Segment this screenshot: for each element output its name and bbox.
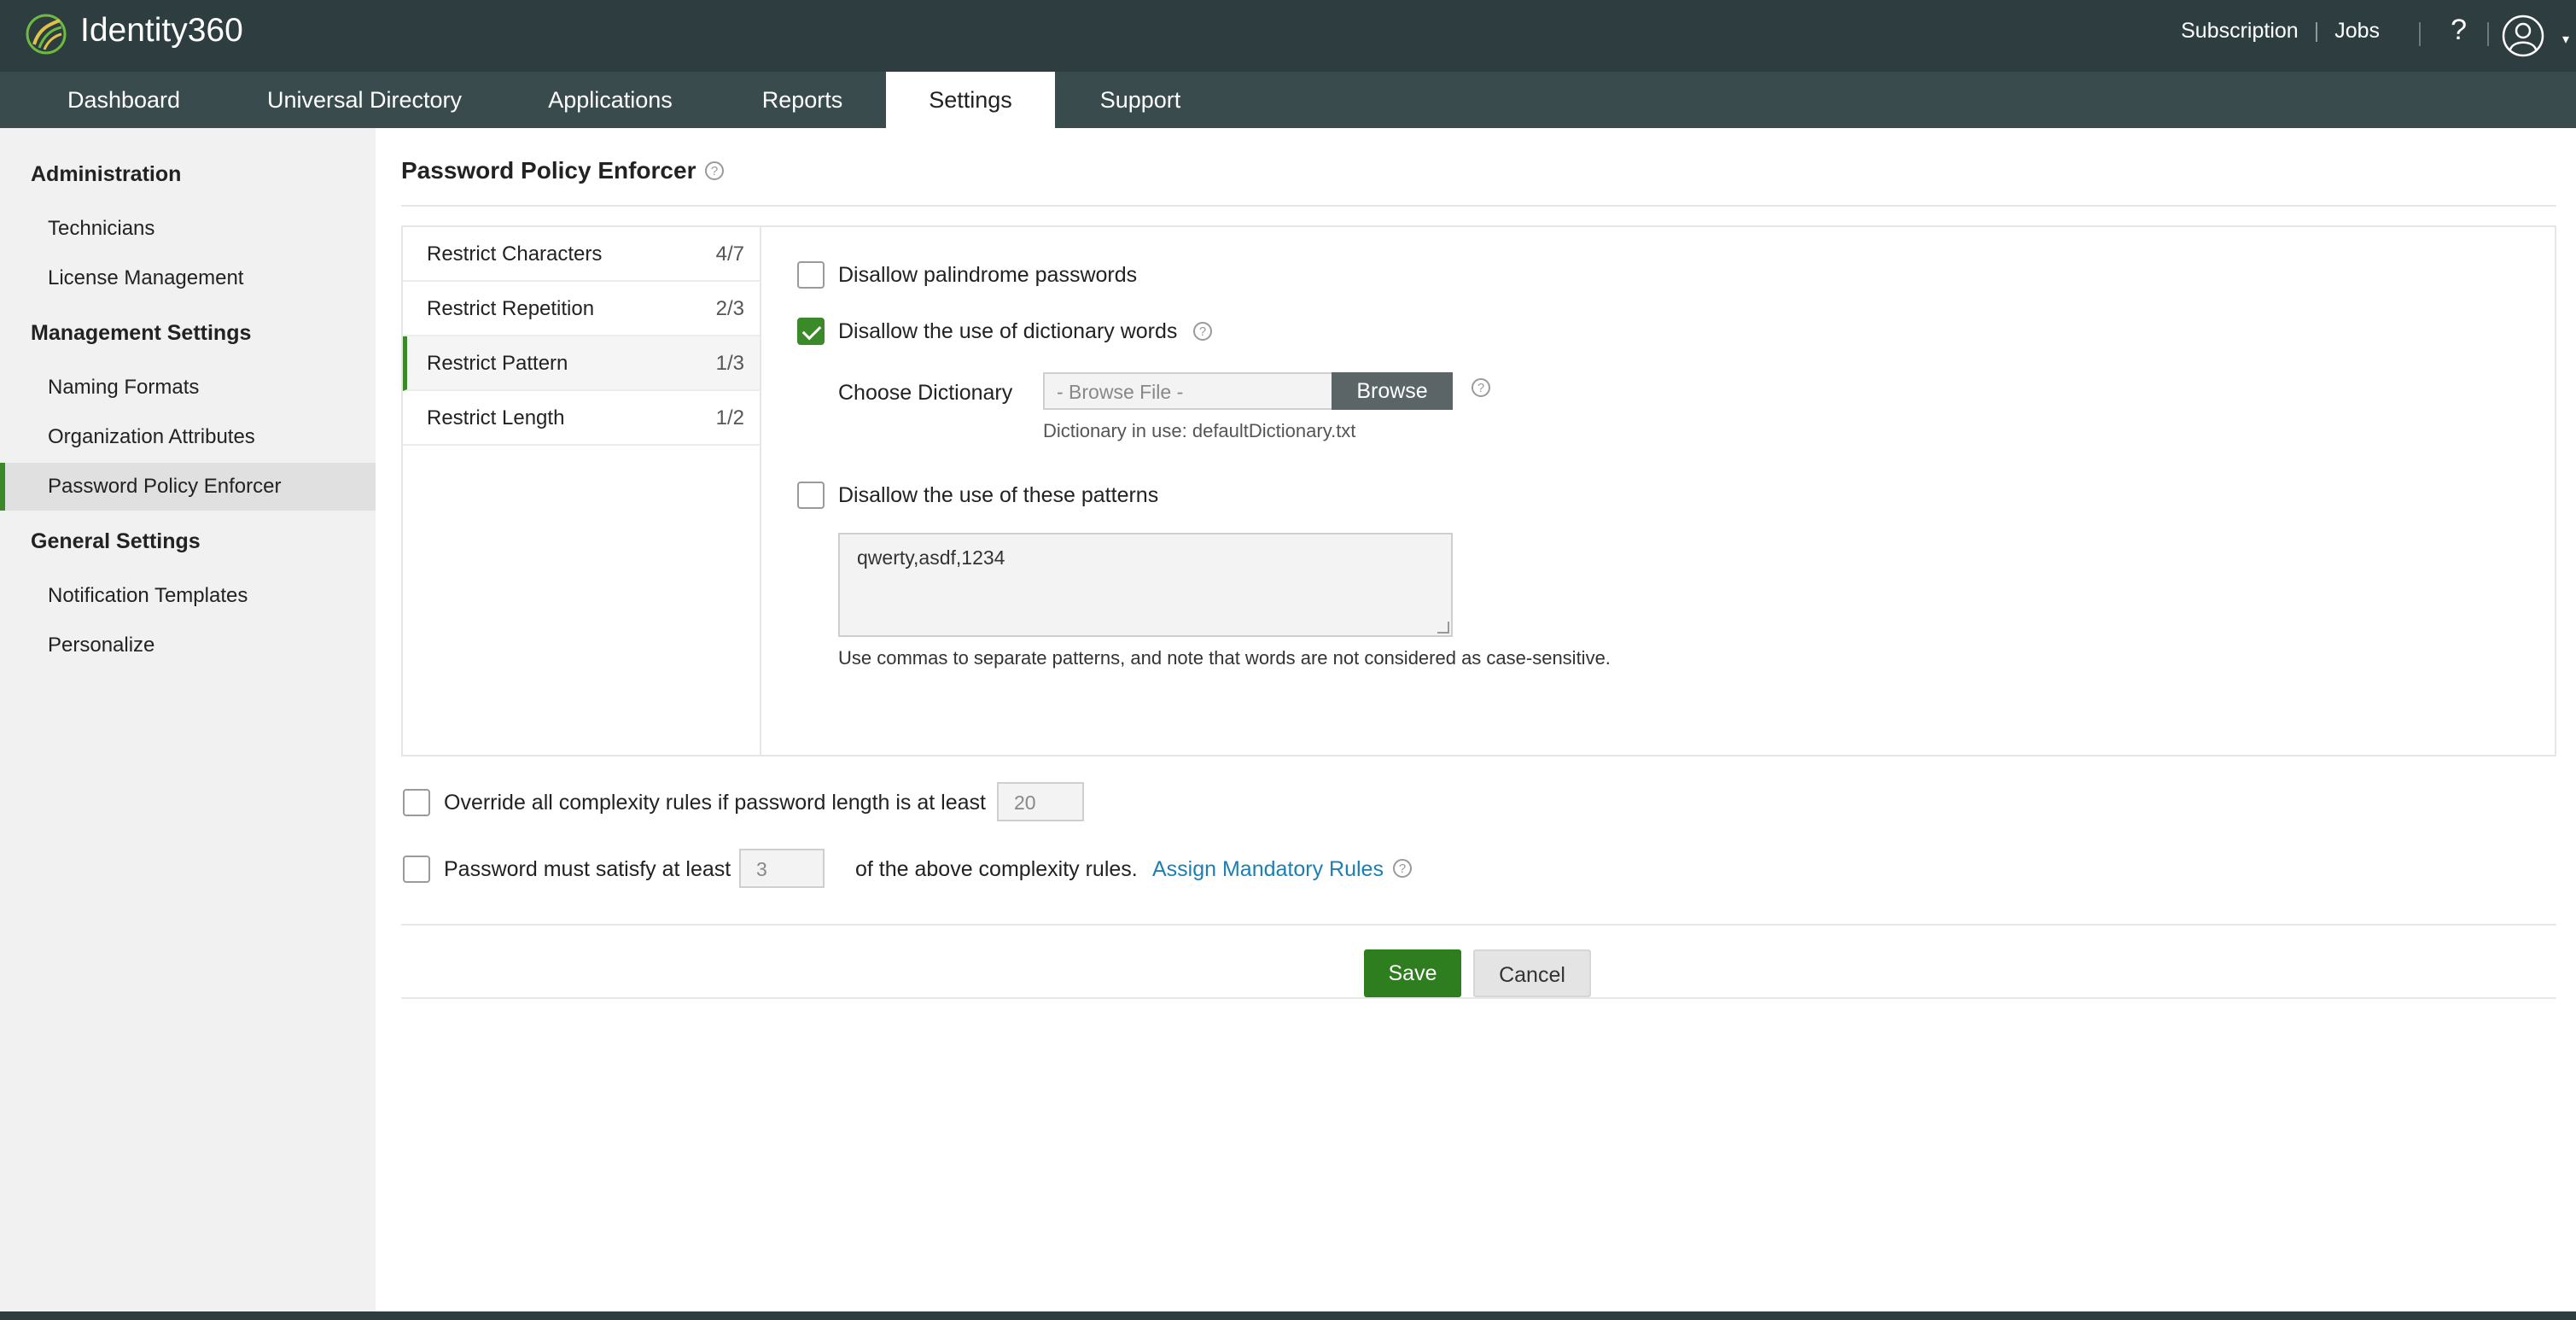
assign-mandatory-rules-link[interactable]: Assign Mandatory Rules	[1152, 857, 1384, 882]
patterns-hint: Use commas to separate patterns, and not…	[838, 647, 1611, 669]
patterns-value: qwerty,asdf,1234	[857, 546, 1005, 569]
top-links: Subscription | Jobs	[2181, 19, 2380, 44]
rule-tab-count: 1/3	[715, 352, 744, 375]
page-title: Password Policy Enforcer	[401, 157, 696, 184]
sidebar-heading-administration: Administration	[31, 162, 182, 186]
patterns-label: Disallow the use of these patterns	[838, 483, 1159, 507]
dictionary-label: Disallow the use of dictionary words	[838, 319, 1178, 343]
tab-settings[interactable]: Settings	[886, 72, 1055, 128]
title-divider	[401, 205, 2556, 207]
palindrome-checkbox[interactable]	[797, 261, 825, 289]
patterns-checkbox[interactable]	[797, 482, 825, 509]
rule-tab-count: 4/7	[715, 242, 744, 266]
user-avatar-icon[interactable]	[2501, 14, 2545, 58]
main-nav: Dashboard Universal Directory Applicatio…	[0, 72, 2576, 128]
cancel-button[interactable]: Cancel	[1473, 949, 1591, 997]
actions-divider	[401, 924, 2556, 926]
rule-tab-count: 2/3	[715, 297, 744, 320]
help-circle-icon[interactable]: ?	[1393, 859, 1412, 878]
satisfy-checkbox[interactable]	[403, 856, 430, 883]
dictionary-file-input[interactable]: - Browse File -	[1043, 372, 1333, 410]
sidebar-item-technicians[interactable]: Technicians	[48, 217, 154, 241]
rules-panel: Restrict Characters 4/7 Restrict Repetit…	[401, 225, 2556, 756]
settings-sidebar: Administration Technicians License Manag…	[0, 128, 376, 1320]
rule-tab-restrict-length[interactable]: Restrict Length 1/2	[403, 391, 760, 446]
tab-support[interactable]: Support	[1074, 72, 1207, 128]
help-circle-icon[interactable]: ?	[705, 161, 724, 180]
sidebar-heading-general-settings: General Settings	[31, 529, 201, 553]
footer-divider	[401, 997, 2556, 999]
rule-tab-label: Restrict Pattern	[427, 352, 568, 375]
palindrome-label: Disallow palindrome passwords	[838, 263, 1138, 287]
bottom-bar	[0, 1311, 2576, 1320]
top-link-separator: |	[2313, 19, 2320, 43]
override-length-input[interactable]: 20	[997, 782, 1084, 821]
sidebar-item-license-management[interactable]: License Management	[48, 266, 243, 290]
patterns-textarea[interactable]: qwerty,asdf,1234	[838, 533, 1453, 637]
sidebar-heading-management-settings: Management Settings	[31, 321, 252, 345]
rule-tab-count: 1/2	[715, 406, 744, 429]
choose-dictionary-label: Choose Dictionary	[838, 381, 1013, 405]
help-icon[interactable]: ?	[2451, 14, 2467, 47]
override-label: Override all complexity rules if passwor…	[444, 791, 986, 815]
jobs-link[interactable]: Jobs	[2334, 19, 2380, 44]
header-divider	[2419, 22, 2421, 46]
sidebar-item-organization-attributes[interactable]: Organization Attributes	[48, 425, 255, 449]
override-checkbox[interactable]	[403, 789, 430, 816]
browse-button[interactable]: Browse	[1332, 372, 1453, 410]
sidebar-item-notification-templates[interactable]: Notification Templates	[48, 584, 248, 608]
sidebar-item-naming-formats[interactable]: Naming Formats	[48, 376, 199, 400]
identity360-logo-icon	[26, 14, 67, 55]
satisfy-count-input[interactable]: 3	[739, 849, 825, 888]
satisfy-label-before: Password must satisfy at least	[444, 857, 731, 881]
rule-tab-label: Restrict Characters	[427, 242, 603, 266]
dictionary-in-use-text: Dictionary in use: defaultDictionary.txt	[1043, 420, 1356, 441]
tab-universal-directory[interactable]: Universal Directory	[241, 72, 488, 128]
help-circle-icon[interactable]: ?	[1472, 378, 1490, 397]
save-button[interactable]: Save	[1364, 949, 1461, 997]
tab-reports[interactable]: Reports	[734, 72, 871, 128]
chevron-down-icon[interactable]: ▾	[2562, 31, 2569, 48]
rule-tab-restrict-repetition[interactable]: Restrict Repetition 2/3	[403, 282, 760, 336]
tab-applications[interactable]: Applications	[519, 72, 702, 128]
rule-tab-restrict-pattern[interactable]: Restrict Pattern 1/3	[403, 336, 760, 391]
rule-tab-label: Restrict Repetition	[427, 297, 595, 320]
tab-dashboard[interactable]: Dashboard	[34, 72, 213, 128]
rule-tab-label: Restrict Length	[427, 406, 565, 429]
header-divider	[2487, 22, 2489, 46]
resize-handle-icon[interactable]	[1437, 622, 1449, 634]
rule-tabs: Restrict Characters 4/7 Restrict Repetit…	[403, 227, 761, 755]
satisfy-label-after: of the above complexity rules.	[855, 857, 1138, 881]
sidebar-item-password-policy-enforcer[interactable]: Password Policy Enforcer	[48, 475, 281, 499]
top-header: Identity360 Subscription | Jobs ? ▾	[0, 0, 2576, 72]
subscription-link[interactable]: Subscription	[2181, 19, 2299, 44]
sidebar-item-personalize[interactable]: Personalize	[48, 634, 154, 657]
dictionary-checkbox[interactable]	[797, 318, 825, 345]
rule-tab-restrict-characters[interactable]: Restrict Characters 4/7	[403, 227, 760, 282]
brand-name: Identity360	[80, 12, 243, 49]
help-circle-icon[interactable]: ?	[1193, 322, 1212, 341]
